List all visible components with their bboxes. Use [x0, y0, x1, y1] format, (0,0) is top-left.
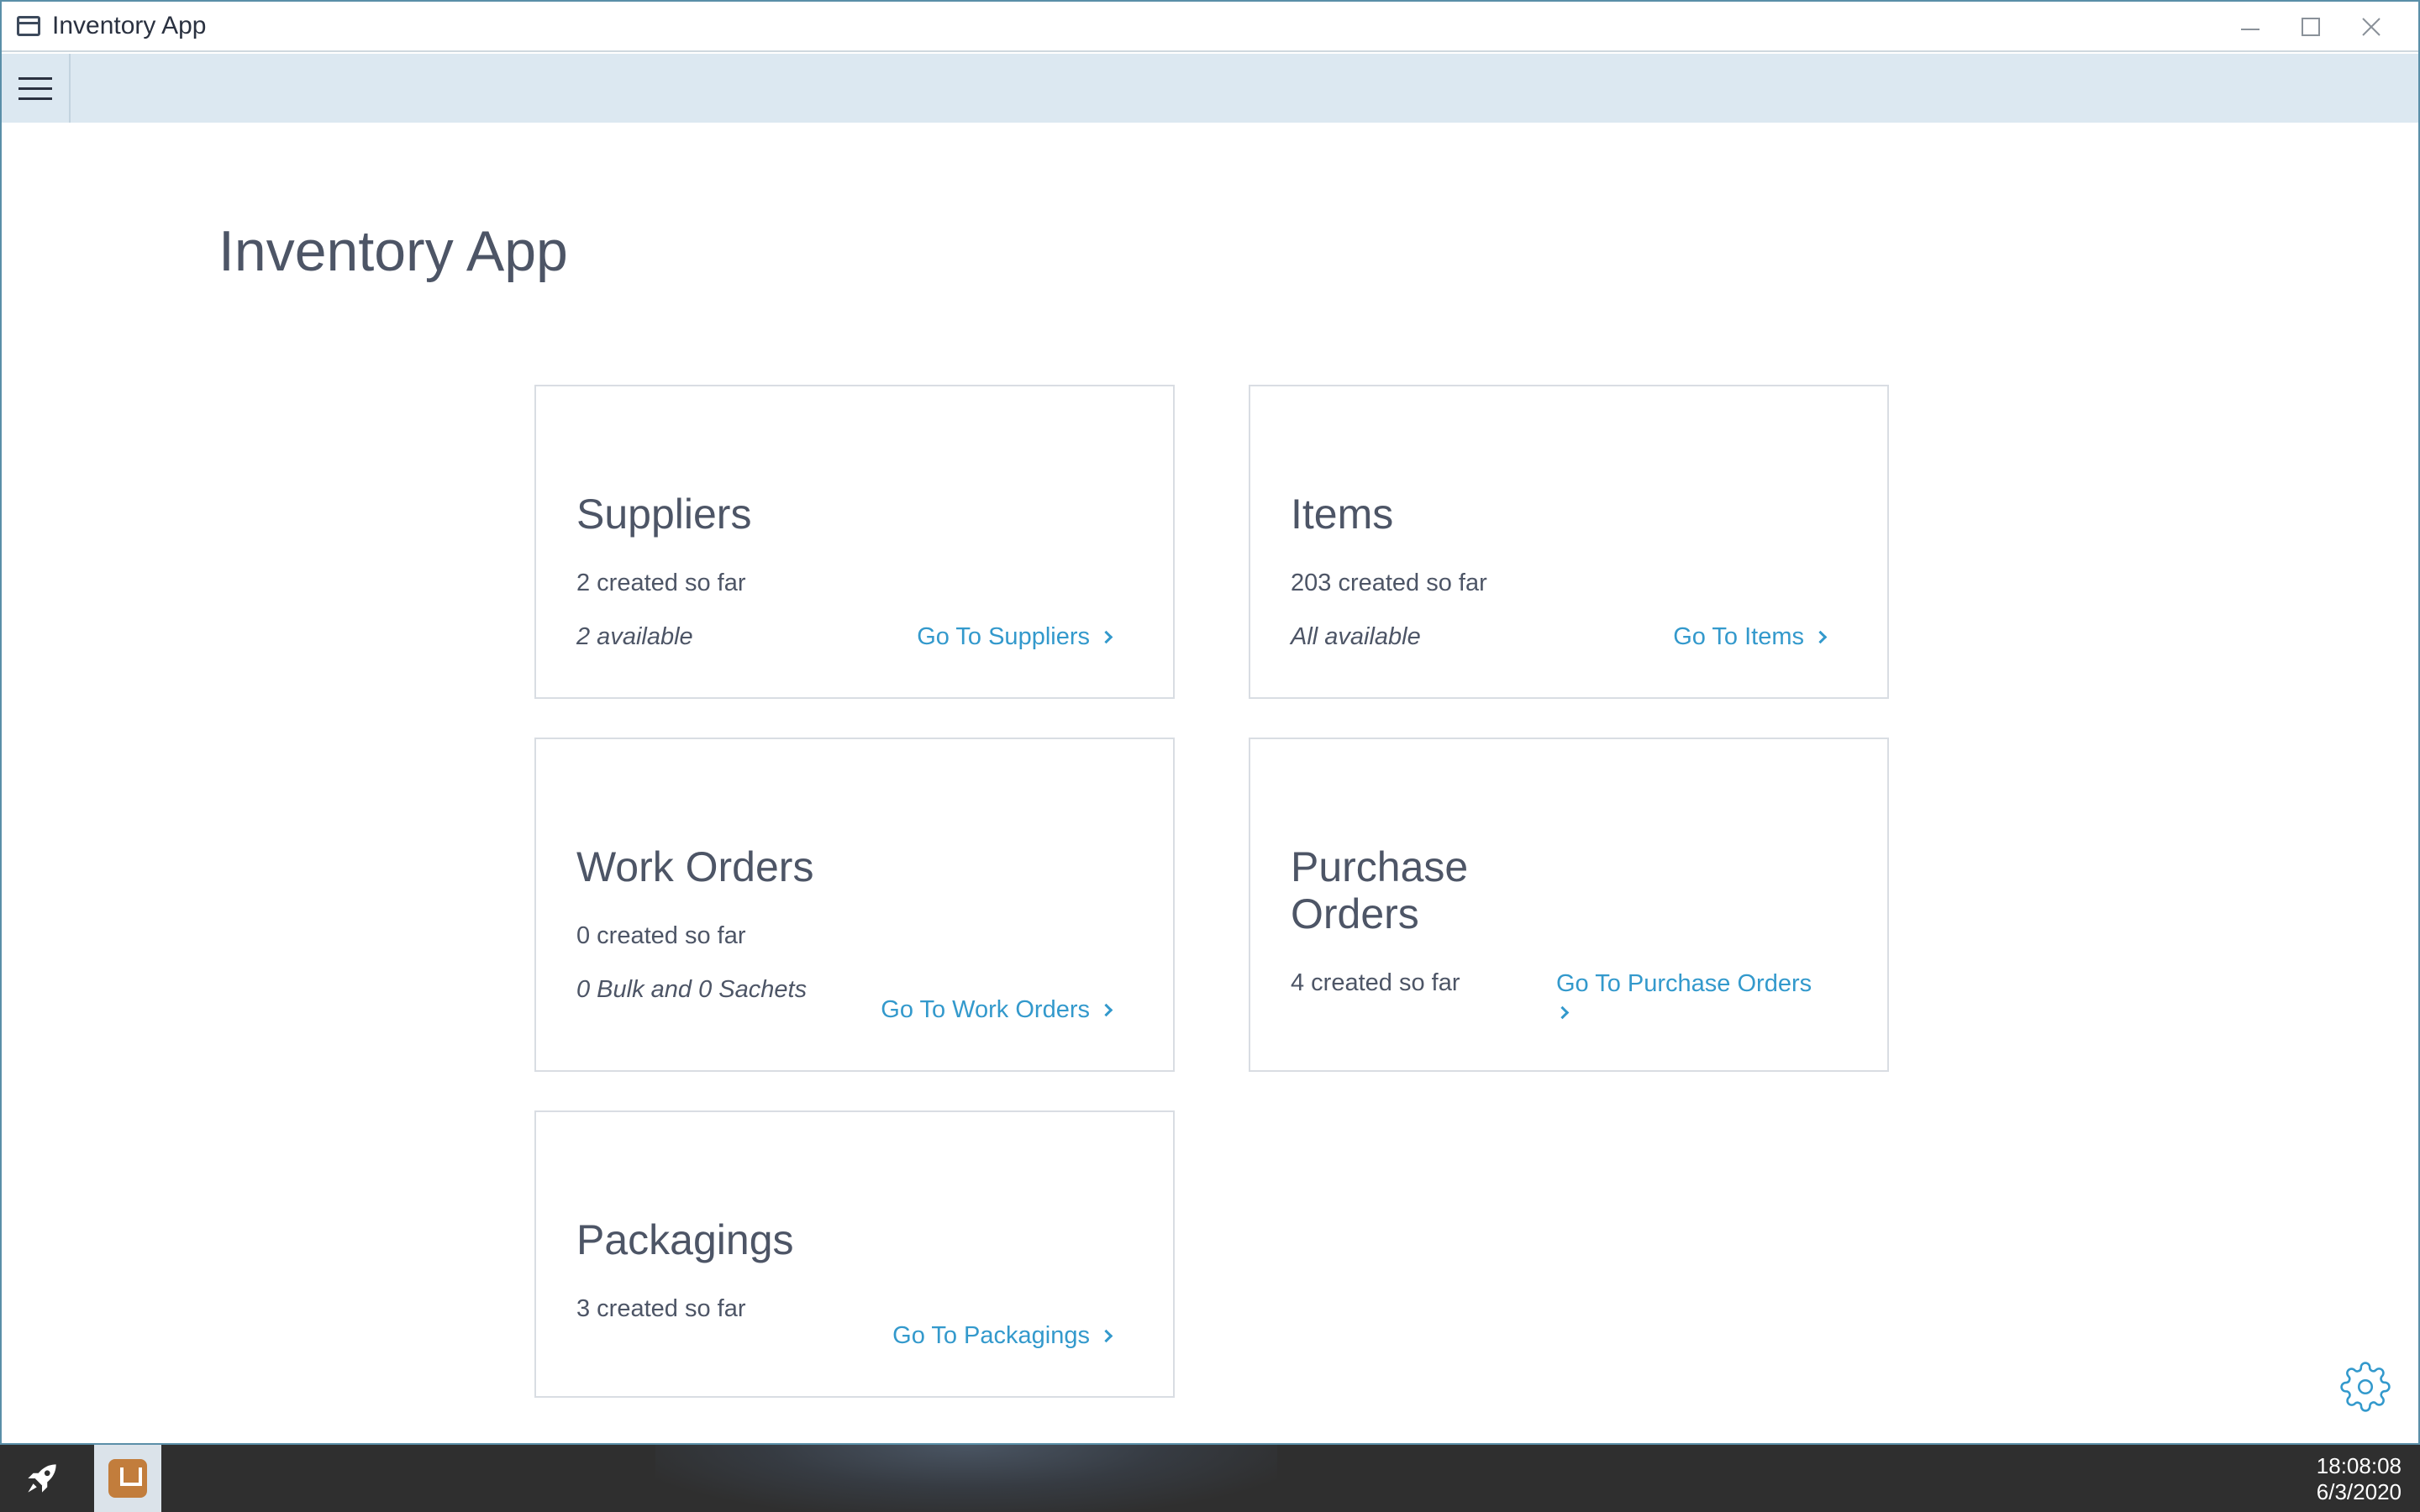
chevron-right-icon	[1099, 1003, 1113, 1017]
go-to-work-orders-link[interactable]: Go To Work Orders	[881, 996, 1113, 1024]
chevron-right-icon	[1099, 630, 1113, 644]
link-label: Go To Purchase Orders	[1556, 970, 1812, 997]
taskbar: 18:08:08 6/3/2020	[0, 1445, 2420, 1512]
card-status: 2 available	[576, 623, 693, 650]
items-card: Items 203 created so far All available G…	[1249, 385, 1889, 699]
chevron-right-icon	[1555, 1005, 1570, 1020]
suppliers-card: Suppliers 2 created so far 2 available G…	[534, 385, 1175, 699]
go-to-items-link[interactable]: Go To Items	[1673, 623, 1828, 651]
title-bar[interactable]: Inventory App	[2, 2, 2418, 52]
window-controls	[2220, 2, 2402, 52]
card-count: 4 created so far	[1291, 969, 1460, 996]
close-button[interactable]	[2341, 2, 2402, 52]
card-count: 203 created so far	[1291, 570, 1487, 596]
link-label: Go To Suppliers	[917, 623, 1090, 650]
card-title: Packagings	[576, 1216, 794, 1263]
window-title: Inventory App	[52, 12, 207, 39]
system-clock[interactable]: 18:08:08 6/3/2020	[2317, 1453, 2402, 1505]
hamburger-menu-button[interactable]	[2, 54, 71, 123]
maximize-icon	[2302, 18, 2320, 36]
link-label: Go To Items	[1673, 623, 1804, 650]
minimize-icon	[2241, 29, 2260, 30]
chevron-right-icon	[1813, 630, 1828, 644]
wallpaper-figure	[655, 1445, 1277, 1512]
packagings-card: Packagings 3 created so far Go To Packag…	[534, 1110, 1175, 1398]
close-icon	[2362, 18, 2381, 36]
inventory-app-icon	[108, 1459, 147, 1498]
link-label: Go To Work Orders	[881, 996, 1090, 1023]
launcher-button[interactable]	[12, 1453, 72, 1504]
card-status: 0 Bulk and 0 Sachets	[576, 976, 808, 1003]
go-to-purchase-orders-link[interactable]: Go To Purchase Orders	[1555, 969, 1812, 1026]
work-orders-card: Work Orders 0 created so far 0 Bulk and …	[534, 738, 1175, 1072]
card-count: 2 created so far	[576, 570, 746, 596]
card-title: Purchase Orders	[1291, 843, 1468, 937]
taskbar-inventory-app[interactable]	[94, 1445, 161, 1512]
clock-time: 18:08:08	[2316, 1453, 2402, 1478]
app-window: Inventory App Inventory App Suppliers 2 …	[0, 0, 2420, 1445]
chevron-right-icon	[1099, 1329, 1113, 1343]
settings-button[interactable]	[2339, 1361, 2391, 1413]
clock-date: 6/3/2020	[2316, 1479, 2402, 1504]
app-bar	[2, 54, 2418, 123]
card-status: All available	[1291, 623, 1421, 650]
rocket-launcher-icon	[28, 1464, 56, 1493]
go-to-suppliers-link[interactable]: Go To Suppliers	[917, 623, 1113, 651]
hamburger-menu-icon	[18, 76, 52, 80]
card-title: Work Orders	[576, 843, 814, 890]
link-label: Go To Packagings	[892, 1322, 1090, 1349]
minimize-button[interactable]	[2220, 2, 2281, 52]
maximize-button[interactable]	[2281, 2, 2341, 52]
card-count: 0 created so far	[576, 922, 746, 949]
settings-gear-icon	[2340, 1362, 2391, 1412]
card-count: 3 created so far	[576, 1295, 746, 1322]
window-icon	[17, 16, 40, 36]
card-title: Suppliers	[576, 491, 752, 538]
card-title: Items	[1291, 491, 1394, 538]
card-title-line-1: Purchase	[1291, 843, 1469, 890]
card-title-line-2: Orders	[1291, 890, 1419, 937]
purchase-orders-card: Purchase Orders 4 created so far Go To P…	[1249, 738, 1889, 1072]
go-to-packagings-link[interactable]: Go To Packagings	[892, 1322, 1113, 1350]
page-title: Inventory App	[218, 219, 568, 283]
